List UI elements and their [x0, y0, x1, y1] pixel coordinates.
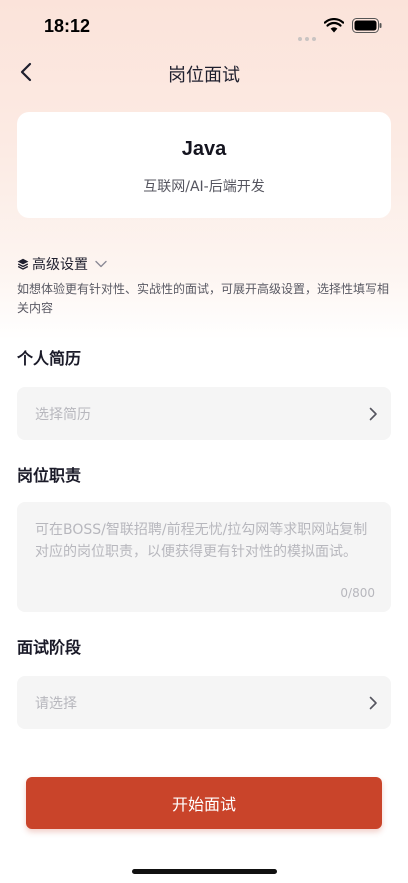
layers-icon [17, 258, 29, 270]
status-time: 18:12 [44, 16, 91, 36]
resume-section-label: 个人简历 [17, 349, 82, 368]
chevron-right-icon [369, 407, 377, 421]
chevron-right-icon [369, 696, 377, 710]
resume-select[interactable]: 选择简历 [17, 387, 391, 440]
advanced-settings-label: 高级设置 [32, 257, 88, 273]
character-count: 0/800 [340, 586, 375, 600]
start-interview-button[interactable]: 开始面试 [26, 777, 382, 829]
advanced-settings-description: 如想体验更有针对性、实战性的面试，可展开高级设置，选择性填写相关内容 [17, 282, 390, 315]
job-duties-textarea[interactable]: 可在BOSS/智联招聘/前程无忧/拉勾网等求职网站复制对应的岗位职责，以便获得更… [17, 502, 391, 612]
interview-stage-select[interactable]: 请选择 [17, 676, 391, 729]
battery-icon [352, 18, 382, 33]
chevron-down-icon [95, 260, 107, 268]
wifi-icon [324, 18, 344, 33]
job-category: 互联网/AI-后端开发 [143, 179, 265, 195]
resume-placeholder: 选择简历 [35, 407, 91, 423]
job-duties-placeholder: 可在BOSS/智联招聘/前程无忧/拉勾网等求职网站复制对应的岗位职责，以便获得更… [35, 522, 368, 560]
stage-placeholder: 请选择 [35, 696, 77, 712]
page-title: 岗位面试 [168, 65, 240, 86]
stage-section-label: 面试阶段 [17, 638, 82, 657]
navigation-bar: 岗位面试 [0, 52, 408, 92]
start-interview-label: 开始面试 [171, 797, 236, 814]
job-card: Java 互联网/AI-后端开发 [17, 112, 391, 218]
duties-section-label: 岗位职责 [17, 466, 82, 485]
home-indicator [132, 869, 277, 874]
job-title: Java [181, 138, 227, 160]
advanced-settings-toggle[interactable]: 高级设置 [17, 253, 108, 275]
status-bar: 18:12 [0, 0, 408, 54]
signal-dots-icon [298, 26, 319, 45]
